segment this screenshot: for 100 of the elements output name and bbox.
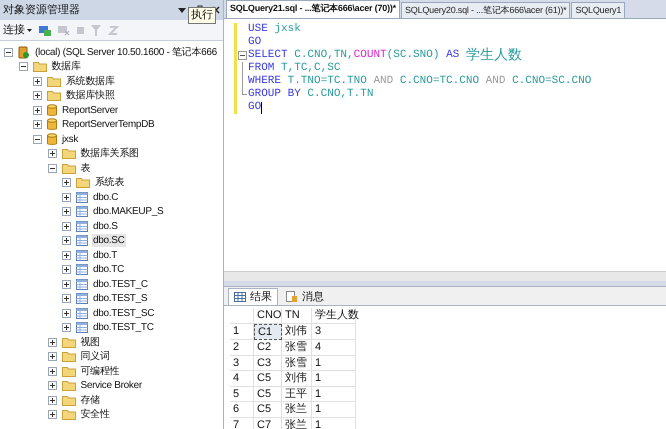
table-cell[interactable]: C1 xyxy=(254,324,282,340)
tree-item[interactable]: ReportServerTempDB xyxy=(61,118,156,132)
fold-icon[interactable] xyxy=(238,51,247,60)
code-line: GROUP BY C.CNO,T.TN xyxy=(248,87,374,102)
table-cell[interactable]: 张雪 xyxy=(282,340,312,356)
tree-item[interactable]: 数据库关系图 xyxy=(80,147,140,160)
folder-icon xyxy=(62,394,76,406)
table-cell[interactable]: 刘伟 xyxy=(282,371,312,386)
tooltip: 执行 xyxy=(188,7,216,24)
table-cell[interactable]: 刘伟 xyxy=(282,324,312,340)
expand-toggle[interactable] xyxy=(48,149,56,158)
folder-icon xyxy=(62,351,76,362)
expand-toggle[interactable] xyxy=(48,352,56,362)
table-cell[interactable]: C3 xyxy=(254,356,282,371)
tree-item[interactable]: dbo.T xyxy=(92,248,118,262)
table-cell[interactable]: C5 xyxy=(254,402,282,418)
column-header[interactable]: TN xyxy=(282,308,312,324)
tree-item[interactable]: dbo.TEST_TC xyxy=(92,321,155,334)
table-cell[interactable]: 1 xyxy=(312,418,356,429)
collapse-toggle[interactable] xyxy=(4,48,13,57)
folder-icon xyxy=(47,76,61,87)
table-cell[interactable]: 1 xyxy=(312,371,356,386)
table-cell[interactable]: 张兰 xyxy=(282,418,312,429)
tree-item[interactable]: 可编程性 xyxy=(80,364,120,378)
expand-toggle[interactable] xyxy=(33,76,42,86)
tree-item[interactable]: 系统表 xyxy=(94,176,126,190)
dropdown-icon[interactable] xyxy=(178,8,186,12)
tree-item[interactable]: dbo.TEST_S xyxy=(92,292,148,306)
table-cell[interactable]: 1 xyxy=(312,402,356,418)
table-cell[interactable]: C7 xyxy=(254,418,282,429)
collapse-toggle[interactable] xyxy=(18,62,28,72)
expand-toggle[interactable] xyxy=(33,91,42,100)
table-cell[interactable]: C2 xyxy=(254,340,282,356)
expand-toggle[interactable] xyxy=(62,308,71,318)
tree-item[interactable]: dbo.TC xyxy=(92,263,125,276)
collapse-toggle[interactable] xyxy=(33,134,42,144)
expand-toggle[interactable] xyxy=(48,366,56,376)
expand-toggle[interactable] xyxy=(62,207,71,216)
table-cell[interactable]: 王平 xyxy=(282,386,312,402)
expand-toggle[interactable] xyxy=(62,265,71,274)
tree-item[interactable]: dbo.SC xyxy=(92,234,126,248)
table-cell[interactable]: 3 xyxy=(312,324,356,340)
table-cell[interactable]: C5 xyxy=(254,386,282,402)
document-tab[interactable]: SQLQuery20.sql - ...笔记本666\acer (61))* xyxy=(400,2,570,18)
expand-toggle[interactable] xyxy=(33,120,42,130)
expand-toggle[interactable] xyxy=(62,192,71,202)
tree-item[interactable]: dbo.TEST_SC xyxy=(92,306,156,320)
tree-item[interactable]: 视图 xyxy=(80,336,101,349)
connect-icon[interactable] xyxy=(39,24,51,36)
tree-item[interactable]: 表 xyxy=(80,162,92,175)
code-line: WHERE T.TNO=TC.TNO AND C.CNO=TC.CNO AND C.CNO=SC.CNO xyxy=(248,74,592,88)
table-cell[interactable]: 张兰 xyxy=(282,402,312,418)
tree-item[interactable]: dbo.C xyxy=(92,190,120,204)
tree-item[interactable]: 数据库快照 xyxy=(65,89,116,102)
expand-toggle[interactable] xyxy=(48,396,56,405)
table-cell[interactable]: 1 xyxy=(312,356,356,371)
database-icon xyxy=(47,118,57,132)
expand-toggle[interactable] xyxy=(48,410,56,420)
tree-item[interactable]: jxsk xyxy=(61,132,80,146)
expand-toggle[interactable] xyxy=(33,106,42,115)
row-number: 4 xyxy=(230,371,254,386)
expand-toggle[interactable] xyxy=(48,381,56,390)
expand-toggle[interactable] xyxy=(48,338,56,347)
document-tab[interactable]: SQLQuery1 xyxy=(571,2,626,18)
expand-toggle[interactable] xyxy=(62,178,71,188)
tree-item[interactable]: 同义词 xyxy=(80,350,111,364)
table-cell[interactable]: 张雪 xyxy=(282,356,312,371)
table-cell[interactable]: 1 xyxy=(312,386,356,402)
code-editor[interactable]: USE jxsk GO SELECT C.CNO,TN,COUNT(SC.SNO) AS 学生人数 FROM T,TC,C,SC WHERE T.TNO=TC.TNO AND C.CNO=TC.CNO AND C.CNO=SC.CNO GROUP BY C.CNO,T.TN GO xyxy=(224,18,666,271)
collapse-toggle[interactable] xyxy=(48,164,56,173)
folder-icon xyxy=(32,61,46,72)
column-header[interactable]: 学生人数 xyxy=(312,308,356,324)
result-tab[interactable]: 结果 xyxy=(228,288,278,305)
tree-item[interactable]: (local) (SQL Server 10.50.1600 - 笔记本666 xyxy=(34,46,218,59)
expand-toggle[interactable] xyxy=(62,294,71,304)
table-cell[interactable]: C5 xyxy=(254,371,282,386)
horizontal-scrollbar[interactable] xyxy=(224,271,666,281)
tree-item[interactable]: 安全性 xyxy=(80,408,111,422)
folder-icon xyxy=(62,409,76,420)
table-cell[interactable]: 4 xyxy=(312,340,356,356)
tree-item[interactable]: Service Broker xyxy=(80,379,143,392)
connect-button[interactable]: 连接 xyxy=(3,22,32,38)
tree-item[interactable]: dbo.S xyxy=(92,220,119,233)
row-number: 2 xyxy=(230,340,254,356)
expand-toggle[interactable] xyxy=(62,250,71,260)
tree-item[interactable]: 数据库 xyxy=(50,60,82,74)
expand-toggle[interactable] xyxy=(62,222,71,231)
table-icon xyxy=(76,220,88,232)
expand-toggle[interactable] xyxy=(62,236,71,246)
tree-item[interactable]: ReportServer xyxy=(61,104,119,117)
tree-item[interactable]: dbo.MAKEUP_S xyxy=(92,205,164,218)
tree-item[interactable]: 系统数据库 xyxy=(65,74,116,88)
folder-icon xyxy=(62,336,76,348)
tree-item[interactable]: dbo.TEST_C xyxy=(92,278,149,291)
tree-item[interactable]: 存储 xyxy=(80,394,101,407)
database-icon xyxy=(47,104,57,117)
document-tab[interactable]: SQLQuery21.sql - ...笔记本666\acer (70))* xyxy=(226,0,400,18)
expand-toggle[interactable] xyxy=(62,280,71,289)
expand-toggle[interactable] xyxy=(62,323,71,332)
table-icon xyxy=(76,206,88,218)
